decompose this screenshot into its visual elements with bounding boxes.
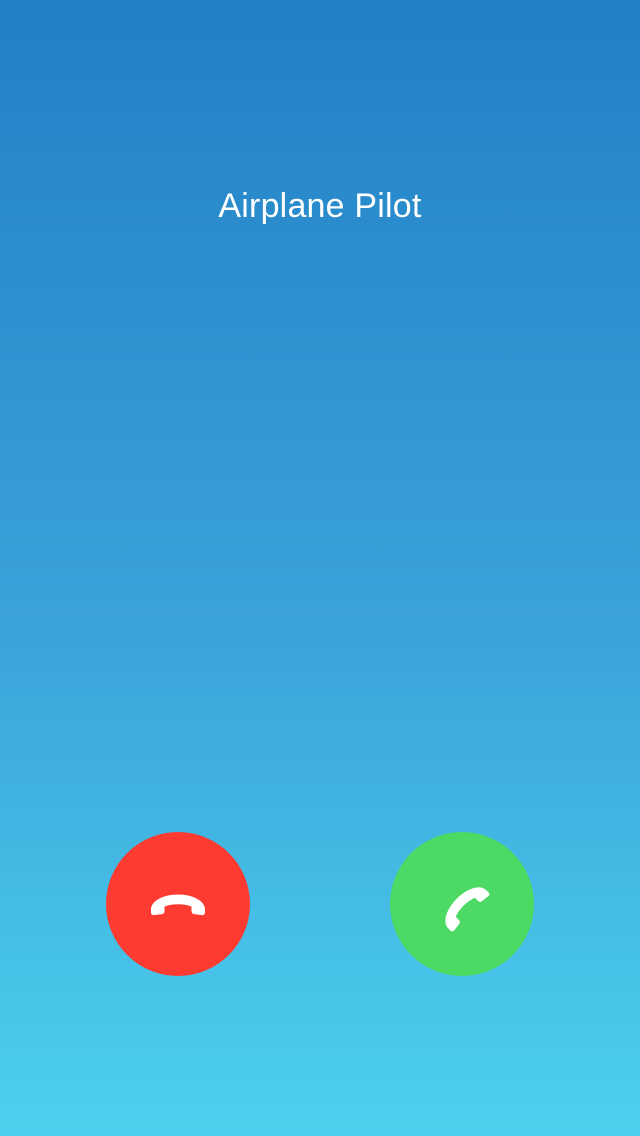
incoming-call-screen: Airplane Pilot: [0, 0, 640, 1136]
phone-icon: [426, 868, 498, 940]
caller-name: Airplane Pilot: [218, 187, 422, 225]
decline-call-button[interactable]: [106, 832, 250, 976]
phone-hangup-icon: [142, 868, 214, 940]
accept-call-button[interactable]: [390, 832, 534, 976]
